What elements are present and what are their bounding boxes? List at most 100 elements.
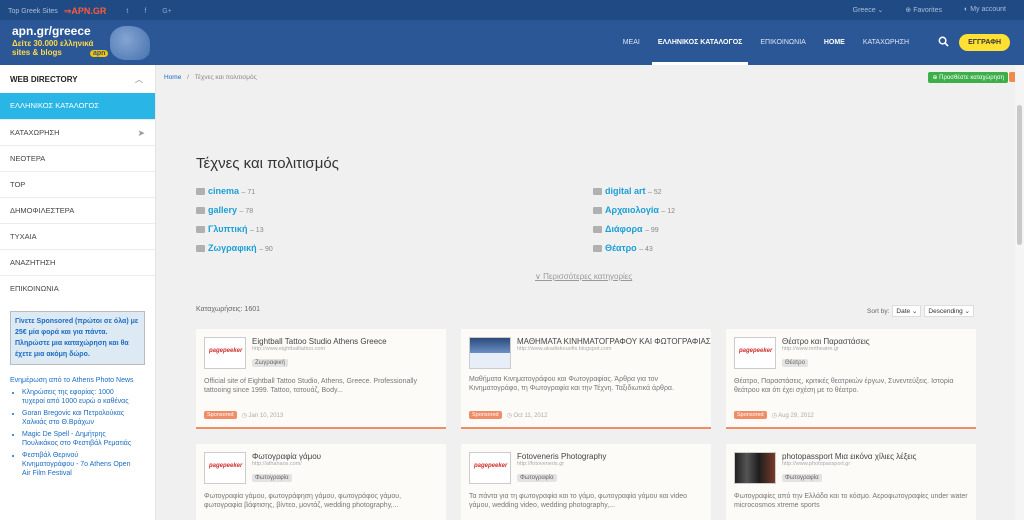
listing-thumbnail[interactable]: pagepeeker xyxy=(469,452,511,484)
category-count: – 71 xyxy=(241,189,256,196)
listing-thumbnail[interactable]: pagepeeker xyxy=(734,337,776,369)
breadcrumb: Home / Τέχνες και πολιτισμός xyxy=(164,74,257,81)
category-count: – 52 xyxy=(648,189,662,196)
category-name[interactable]: Ζωγραφική xyxy=(208,243,257,253)
feed-item[interactable]: Magic De Spell - Δημήτρης Πουλικάκος στο… xyxy=(22,430,132,448)
listing-date: ◷ Jan 10, 2013 xyxy=(241,412,284,419)
listing-card[interactable]: ΜΑΘΗΜΑΤΑ ΚΙΝΗΜΑΤΟΓΡΑΦΟΥ ΚΑΙ ΦΩΤΟΓΡΑΦΙΑΣ … xyxy=(461,329,711,429)
listing-title[interactable]: Θέατρο και Παραστάσεις xyxy=(782,337,870,346)
category-sculpture[interactable]: Γλυπτική – 13 xyxy=(196,224,264,234)
category-name[interactable]: Θέατρο xyxy=(605,243,637,253)
listing-url[interactable]: http://www.mrtheatre.gr xyxy=(782,346,839,352)
listing-card[interactable]: pagepeeker Fotoveneris Photography http:… xyxy=(461,444,711,520)
listing-title[interactable]: Φωτογραφία γάμου xyxy=(252,452,321,461)
listing-thumbnail[interactable] xyxy=(734,452,776,484)
sidebar-item-contact[interactable]: ΕΠΙΚΟΙΝΩΝΙΑ xyxy=(0,275,155,301)
facebook-icon[interactable]: f xyxy=(144,8,146,15)
nav-contact[interactable]: ΕΠΙΚΟΙΝΩΝΙΑ xyxy=(760,20,805,65)
apn-logo-link[interactable]: ⇒APN.GR xyxy=(64,6,107,17)
nav-home[interactable]: HOME xyxy=(824,20,845,65)
paper-plane-icon: ➤ xyxy=(137,128,145,138)
sidebar-header[interactable]: WEB DIRECTORY ︿ xyxy=(0,65,155,93)
listing-thumbnail[interactable]: pagepeeker xyxy=(204,337,246,369)
category-gallery[interactable]: gallery – 78 xyxy=(196,205,253,215)
thumbnail-label: pagepeeker xyxy=(209,463,243,469)
sidebar-item-top[interactable]: TOP xyxy=(0,171,155,197)
listing-tag[interactable]: Ζωγραφική xyxy=(252,359,288,367)
listing-title[interactable]: ΜΑΘΗΜΑΤΑ ΚΙΝΗΜΑΤΟΓΡΑΦΟΥ ΚΑΙ ΦΩΤΟΓΡΑΦΙΑΣ xyxy=(517,337,711,346)
nav-greek-directory[interactable]: ΕΛΛΗΝΙΚΟΣ ΚΑΤΑΛΟΓΟΣ xyxy=(651,20,748,65)
feed-title[interactable]: Ενημέρωση από το Athens Photo News xyxy=(10,377,155,384)
listing-url[interactable]: http://www.photopassport.gr xyxy=(782,461,850,467)
country-selector[interactable]: Greece ⌄ xyxy=(853,6,884,14)
feed-item[interactable]: Κληρώσεις της εφορίας: 1000 τυχεροί από … xyxy=(22,388,132,406)
listing-description: Μαθήματα Κινηματογράφου και Φωτογραφίας.… xyxy=(469,376,674,392)
category-misc[interactable]: Διάφορα – 99 xyxy=(593,224,659,234)
listing-thumbnail[interactable] xyxy=(469,337,511,369)
category-theatre[interactable]: Θέατρο – 43 xyxy=(593,243,653,253)
sidebar-item-popular[interactable]: ΔΗΜΟΦΙΛΕΣΤΕΡΑ xyxy=(0,197,155,223)
category-digital-art[interactable]: digital art – 52 xyxy=(593,186,662,196)
site-logo[interactable]: apn.gr/greece Δείτε 30.000 ελληνικά site… xyxy=(8,22,156,62)
listing-tag[interactable]: Θέατρο xyxy=(782,359,808,367)
category-name[interactable]: cinema xyxy=(208,186,239,196)
listing-card[interactable]: pagepeeker Θέατρο και Παραστάσεις http:/… xyxy=(726,329,976,429)
category-name[interactable]: digital art xyxy=(605,186,646,196)
category-painting[interactable]: Ζωγραφική – 90 xyxy=(196,243,273,253)
scrollbar[interactable] xyxy=(1015,65,1024,520)
nav-submit[interactable]: ΚΑΤΑΧΩΡΗΣΗ xyxy=(863,20,909,65)
sidebar-item-random[interactable]: ΤΥΧΑΙΑ xyxy=(0,223,155,249)
sort-order-select[interactable]: Descending ⌄ xyxy=(924,305,974,317)
category-name[interactable]: Διάφορα xyxy=(605,224,643,234)
sidebar-item-newest[interactable]: ΝΕΟΤΕΡΑ xyxy=(0,145,155,171)
listing-tag[interactable]: Φωτογραφία xyxy=(517,474,557,482)
listing-title[interactable]: Eightball Tattoo Studio Athens Greece xyxy=(252,337,387,346)
sidebar-item-submit[interactable]: ΚΑΤΑΧΩΡΗΣΗ ➤ xyxy=(0,119,155,145)
folder-icon xyxy=(593,245,602,252)
category-archaeology[interactable]: Αρχαιολογία – 12 xyxy=(593,205,675,215)
listing-description: Φωτογραφίες από την Ελλάδα και το κόσμο.… xyxy=(734,493,968,509)
sponsored-promo[interactable]: Γίνετε Sponsored (πρώτοι σε όλα) με 25€ … xyxy=(10,311,145,365)
listing-tag[interactable]: Φωτογραφία xyxy=(782,474,822,482)
listing-url[interactable]: http://fotoveneris.gr xyxy=(517,461,564,467)
listing-url[interactable]: http://www.eightballtattoo.com xyxy=(252,346,325,352)
category-name[interactable]: Γλυπτική xyxy=(208,224,247,234)
listing-title[interactable]: Fotoveneris Photography xyxy=(517,452,606,461)
category-count: – 78 xyxy=(239,208,254,215)
register-button[interactable]: ΕΓΓΡΑΦΗ xyxy=(959,34,1010,51)
scrollbar-thumb[interactable] xyxy=(1017,105,1022,245)
search-icon[interactable] xyxy=(938,36,949,50)
feed-item[interactable]: Goran Bregovic και Πετρολούκας Χαλκιάς σ… xyxy=(22,409,132,427)
nav-meai[interactable]: ΜΕΑΙ xyxy=(623,20,640,65)
listing-title[interactable]: photopassport Μια εικόνα χίλιες λέξεις xyxy=(782,452,917,461)
category-name[interactable]: gallery xyxy=(208,205,237,215)
category-name[interactable]: Αρχαιολογία xyxy=(605,205,659,215)
feed-item[interactable]: Φεστιβάλ Θερινού Κινηματογράφου - 7o Ath… xyxy=(22,451,132,478)
listing-tag[interactable]: Φωτογραφία xyxy=(252,474,292,482)
google-plus-icon[interactable]: G+ xyxy=(162,8,172,15)
listing-card[interactable]: photopassport Μια εικόνα χίλιες λέξεις h… xyxy=(726,444,976,520)
more-categories-link[interactable]: ∨ Περισσότερες κατηγορίες xyxy=(535,272,632,281)
top-strip: Top Greek Sites ⇒APN.GR t f G+ Greece ⌄ … xyxy=(0,0,1024,20)
category-count: – 43 xyxy=(639,246,653,253)
listing-card[interactable]: pagepeeker Φωτογραφία γάμου http://athan… xyxy=(196,444,446,520)
listing-description: Official site of Eightball Tattoo Studio… xyxy=(204,378,417,394)
twitter-icon[interactable]: t xyxy=(126,8,128,15)
sort-field-select[interactable]: Date ⌄ xyxy=(892,305,922,317)
my-account-link[interactable]: ◐ My account xyxy=(964,6,1006,14)
logo-title: apn.gr/greece xyxy=(12,24,91,38)
top-greek-sites-link[interactable]: Top Greek Sites xyxy=(8,8,58,15)
listing-description: Θέατρο, Παραστάσεις, κριτικές θεατρικών … xyxy=(734,378,954,394)
listing-url[interactable]: http://www.akadiskouofis.blogspot.com xyxy=(517,346,611,352)
add-listing-button[interactable]: ⊕ Προσθέστε καταχώρηση xyxy=(928,72,1008,83)
listing-url[interactable]: http://athanaos.com/ xyxy=(252,461,302,467)
category-count: – 13 xyxy=(249,227,264,234)
favorites-link[interactable]: ⊕ Favorites xyxy=(905,6,942,14)
sidebar-item-greek-directory[interactable]: ΕΛΛΗΝΙΚΟΣ ΚΑΤΑΛΟΓΟΣ xyxy=(0,93,155,119)
breadcrumb-home[interactable]: Home xyxy=(164,74,181,81)
chevron-up-icon[interactable]: ︿ xyxy=(135,74,143,85)
listing-card[interactable]: pagepeeker Eightball Tattoo Studio Athen… xyxy=(196,329,446,429)
listing-thumbnail[interactable]: pagepeeker xyxy=(204,452,246,484)
category-cinema[interactable]: cinema – 71 xyxy=(196,186,255,196)
sidebar-item-search[interactable]: ΑΝΑΖΗΤΗΣΗ xyxy=(0,249,155,275)
